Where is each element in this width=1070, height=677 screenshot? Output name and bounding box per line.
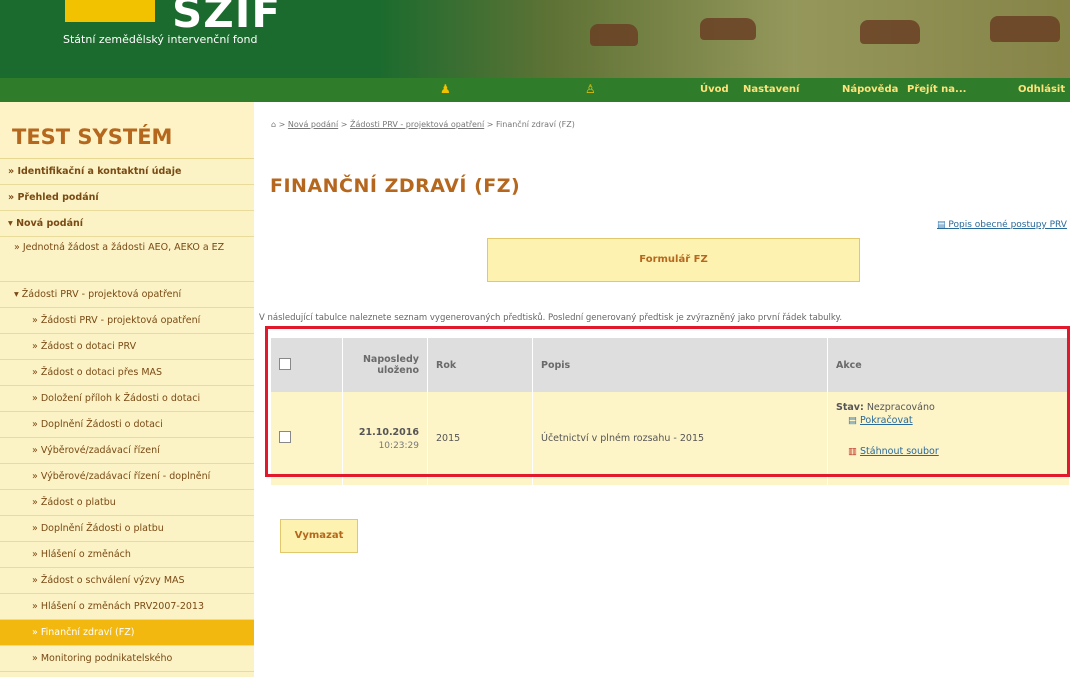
breadcrumb: ⌂ > Nová podání > Žádosti PRV - projekto… [271,120,575,129]
sidebar-item-zadosti-prv[interactable]: ▾ Žádosti PRV - projektová opatření [0,282,254,308]
nav-napoveda[interactable]: Nápověda [842,84,898,95]
person-icon[interactable]: ♙ [585,82,596,96]
postup-link-label: Popis obecné postupy PRV [948,220,1067,230]
delete-button[interactable]: Vymazat [280,519,358,553]
sidebar: TEST SYSTÉM » Identifikační a kontaktní … [0,102,254,677]
cow-image [990,16,1060,42]
breadcrumb-separator: > [338,120,350,129]
nav-uvod[interactable]: Úvod [700,84,729,95]
nav-nastaveni[interactable]: Nastavení [743,84,799,95]
page-title: FINANČNÍ ZDRAVÍ (FZ) [270,175,521,197]
sidebar-item-doplneni-platby[interactable]: » Doplnění Žádosti o platbu [0,516,254,542]
sidebar-item-dolozeni-priloh[interactable]: » Doložení příloh k Žádosti o dotaci [0,386,254,412]
user-icon[interactable]: ♟ [440,82,451,96]
sidebar-item-identifikace[interactable]: » Identifikační a kontaktní údaje [0,159,254,185]
sidebar-item-hlaseni-prv2007[interactable]: » Hlášení o změnách PRV2007-2013 [0,594,254,620]
cow-image [590,24,638,46]
sidebar-item-zadost-o-platbu[interactable]: » Žádost o platbu [0,490,254,516]
sidebar-item-vyberove-rizeni[interactable]: » Výběrové/zadávací řízení [0,438,254,464]
site-header: SZIF Státní zemědělský intervenční fond [0,0,1070,78]
info-text: V následující tabulce naleznete seznam v… [259,313,843,323]
sidebar-item-zadosti-prv-sub[interactable]: » Žádosti PRV - projektová opatření [0,308,254,334]
breadcrumb-link-nova-podani[interactable]: Nová podání [288,120,338,129]
sidebar-item-hlaseni-o-zmenach[interactable]: » Hlášení o změnách [0,542,254,568]
sidebar-item-zadost-o-dotaci-prv[interactable]: » Žádost o dotaci PRV [0,334,254,360]
sidebar-title: TEST SYSTÉM [0,102,254,159]
cow-image [700,18,756,40]
header-subtitle: Státní zemědělský intervenční fond [63,33,258,46]
document-icon: ▤ [937,220,946,230]
nav-odhlasit[interactable]: Odhlásit [1018,84,1065,95]
sidebar-item-doplneni-zadosti[interactable]: » Doplnění Žádosti o dotaci [0,412,254,438]
logo-text: SZIF [172,0,282,37]
sidebar-item-vyberove-rizeni-doplneni[interactable]: » Výběrové/zadávací řízení - doplnění [0,464,254,490]
top-navigation: ♟ ♙ Úvod Nastavení Nápověda Přejít na...… [0,78,1070,102]
breadcrumb-separator: > [484,120,497,129]
cow-image [860,20,920,44]
sidebar-item-monitoring[interactable]: » Monitoring podnikatelského [0,646,254,672]
sidebar-item-zadost-pres-mas[interactable]: » Žádost o dotaci přes MAS [0,360,254,386]
breadcrumb-link-zadosti-prv[interactable]: Žádosti PRV - projektová opatření [350,120,484,129]
logo-block [65,0,155,22]
breadcrumb-separator: > [276,120,288,129]
nav-prejit-na[interactable]: Přejít na... [907,84,966,95]
sidebar-item-financni-zdravi[interactable]: » Finanční zdraví (FZ) [0,620,254,646]
formular-fz-button[interactable]: Formulář FZ [487,238,860,282]
header-landscape-image [380,0,1070,78]
sidebar-item-prehled-podani[interactable]: » Přehled podání [0,185,254,211]
postup-link[interactable]: ▤ Popis obecné postupy PRV [937,220,1067,230]
highlight-frame [265,326,1070,477]
breadcrumb-current: Finanční zdraví (FZ) [496,120,575,129]
sidebar-item-nova-podani[interactable]: ▾ Nová podání [0,211,254,237]
sidebar-item-schvaleni-vyzvy-mas[interactable]: » Žádost o schválení výzvy MAS [0,568,254,594]
sidebar-item-jednotna-zadost[interactable]: » Jednotná žádost a žádosti AEO, AEKO a … [0,237,254,282]
